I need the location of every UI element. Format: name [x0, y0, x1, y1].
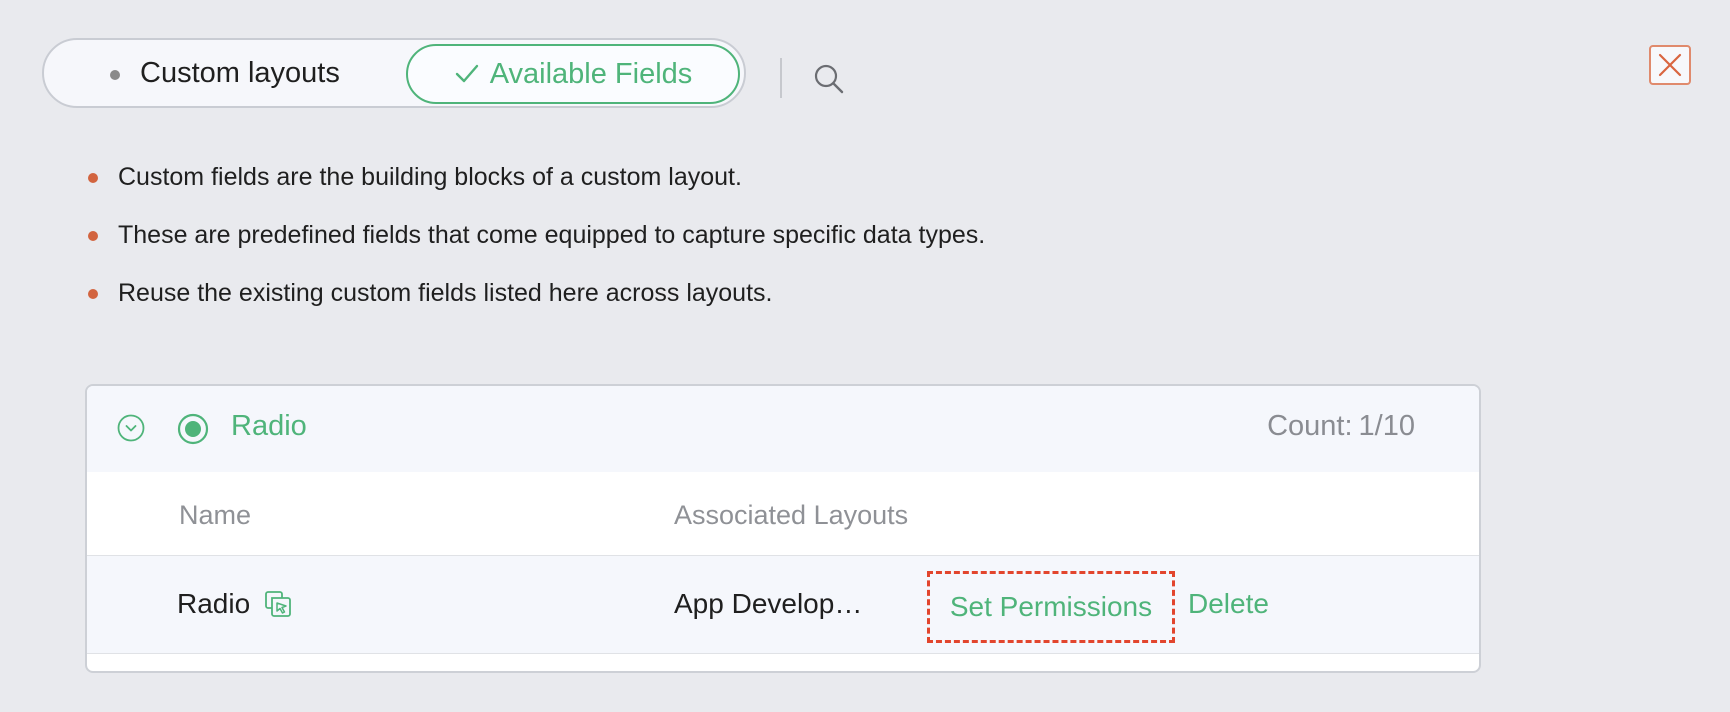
field-count-value: 1/10: [1358, 410, 1415, 442]
bullet-icon: [88, 231, 98, 241]
close-icon: [1658, 53, 1682, 77]
bullet-dot-icon: [110, 70, 120, 80]
copy-icon[interactable]: [263, 589, 293, 619]
info-bullet: Reuse the existing custom fields listed …: [86, 270, 985, 328]
field-name: Radio: [177, 588, 251, 619]
field-group-title: Radio: [231, 410, 307, 442]
row-divider: [87, 653, 1479, 654]
column-header-name: Name: [179, 500, 252, 530]
view-toggle: Custom layouts Available Fields: [42, 38, 746, 108]
search-icon[interactable]: [812, 62, 846, 96]
info-bullets: Custom fields are the building blocks of…: [86, 154, 985, 328]
bullet-icon: [88, 173, 98, 183]
info-bullet: Custom fields are the building blocks of…: [86, 154, 985, 212]
table-row: Radio App Develop… Set Permissions Delet…: [87, 556, 1479, 653]
info-bullet: These are predefined fields that come eq…: [86, 212, 985, 270]
delete-button[interactable]: Delete: [1188, 588, 1269, 620]
divider: [780, 58, 782, 98]
field-count-label: Count:: [1267, 410, 1353, 442]
tab-custom-layouts-label: Custom layouts: [140, 56, 340, 89]
tab-available-fields[interactable]: Available Fields: [406, 44, 740, 104]
close-button[interactable]: [1649, 45, 1691, 85]
field-count: Count: 1/10: [1267, 410, 1415, 443]
info-bullet-text: Reuse the existing custom fields listed …: [118, 279, 773, 307]
info-bullet-text: These are predefined fields that come eq…: [118, 221, 986, 249]
bullet-icon: [88, 289, 98, 299]
chevron-down-icon[interactable]: [117, 414, 145, 442]
tab-custom-layouts[interactable]: Custom layouts: [44, 40, 404, 106]
check-icon: [455, 64, 478, 83]
field-group-card: Radio Count: 1/10 Name Associated Layouts…: [85, 384, 1481, 673]
column-header-associated-layouts: Associated Layouts: [674, 500, 909, 530]
associated-layouts-value[interactable]: App Develop…: [674, 588, 862, 620]
set-permissions-button[interactable]: Set Permissions: [927, 571, 1175, 643]
info-bullet-text: Custom fields are the building blocks of…: [118, 163, 742, 191]
radio-icon: [177, 413, 209, 445]
field-group-header: Radio Count: 1/10: [87, 386, 1479, 472]
tab-available-fields-label: Available Fields: [489, 57, 693, 90]
